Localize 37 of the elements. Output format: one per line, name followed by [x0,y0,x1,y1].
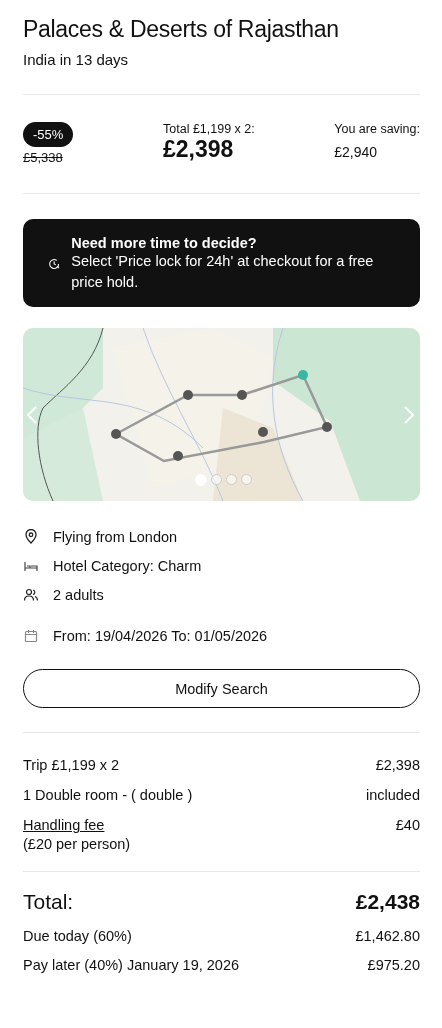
discount-badge: -55% [23,122,74,147]
calendar-icon [23,627,39,644]
detail-text: Hotel Category: Charm [53,557,202,574]
detail-text: 2 adults [53,586,104,603]
chevron-right-icon[interactable] [404,406,414,424]
carousel-dot[interactable] [226,474,237,485]
chevron-left-icon[interactable] [27,406,37,424]
payment-amount: £1,462.80 [355,928,420,944]
handling-fee-link[interactable]: Handling fee [23,817,131,833]
saving-amount: £2,940 [334,144,379,160]
detail-text: From: 19/04/2026 To: 01/05/2026 [53,627,268,644]
old-price: £5,338 [23,150,63,165]
notice-text: Select 'Price lock for 24h' at checkout for a free price hold. [71,252,375,292]
saving-label: You are saving: [334,122,420,136]
payment-label: Pay later (40%) January 19, 2026 [23,957,239,973]
line-label: 1 Double room - ( double ) [23,787,193,803]
people-icon [23,586,39,603]
notice-title: Need more time to decide? [71,235,258,251]
payment-amount: £975.20 [367,957,420,973]
total-label: Total: [23,890,74,914]
carousel-dot[interactable] [211,474,222,485]
detail-text: Flying from London [53,528,178,545]
modify-search-button[interactable]: Modify Search [23,669,420,708]
fee-note: (£20 per person) [23,836,131,852]
clock-icon [47,256,62,272]
line-value: £40 [395,817,420,833]
total-label: Total £1,199 x 2: [163,122,256,136]
location-icon [23,528,39,545]
total-amount: £2,438 [355,890,420,914]
line-label: Trip £1,199 x 2 [23,757,120,773]
total-price: £2,398 [163,136,235,163]
trip-title: Palaces & Deserts of Rajasthan [23,16,340,43]
carousel-dot[interactable] [241,474,252,485]
payment-label: Due today (60%) [23,928,132,944]
line-value: included [366,787,420,803]
line-value: £2,398 [375,757,420,773]
trip-subtitle: India in 13 days [23,51,130,68]
